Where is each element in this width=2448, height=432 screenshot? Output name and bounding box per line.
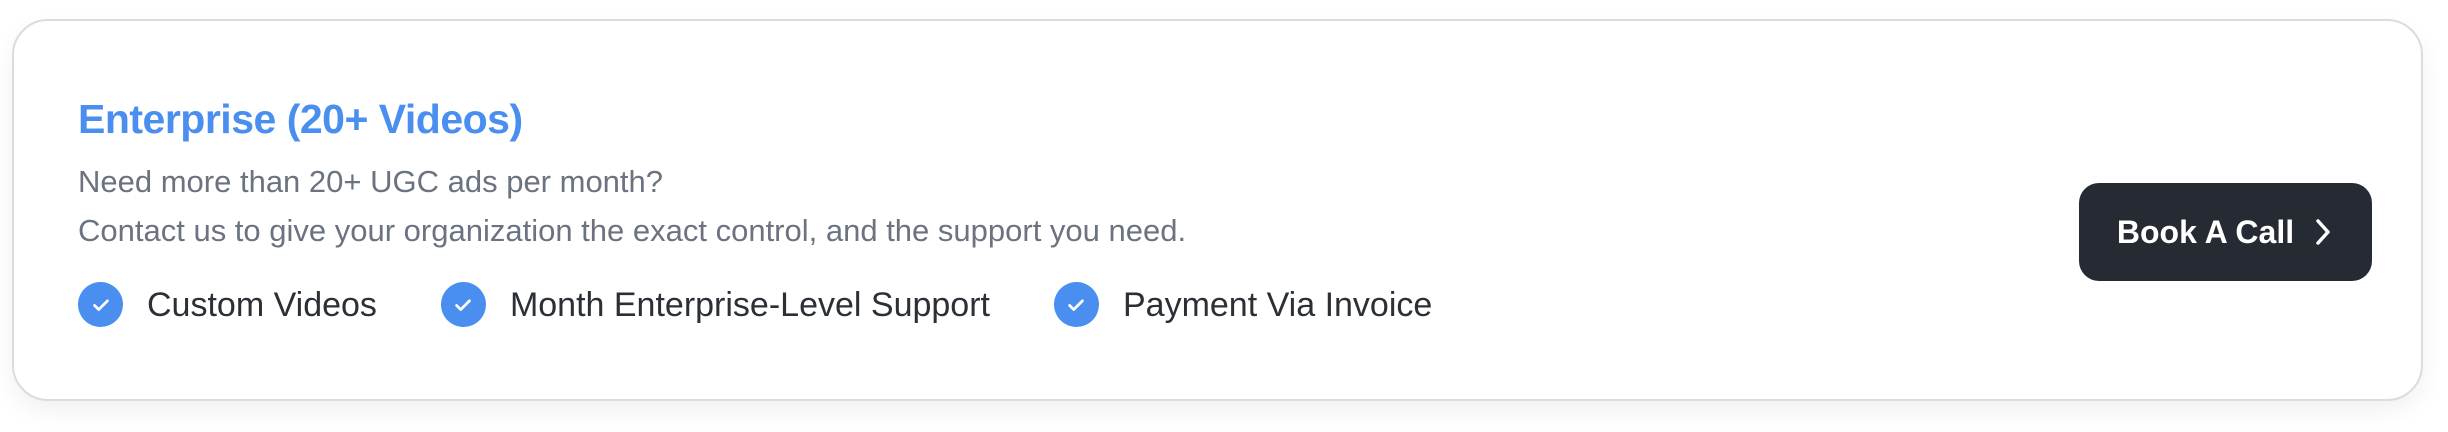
feature-label: Month Enterprise-Level Support <box>509 285 990 324</box>
plan-title: Enterprise (20+ Videos) <box>78 96 523 142</box>
feature-list: Custom Videos Month Enterprise-Level Sup… <box>78 282 2421 327</box>
book-a-call-label: Book A Call <box>2116 213 2295 250</box>
book-a-call-button[interactable]: Book A Call <box>2079 183 2372 281</box>
enterprise-plan-card: Enterprise (20+ Videos) Need more than 2… <box>12 19 2423 401</box>
plan-description: Need more than 20+ UGC ads per month? Co… <box>78 157 2421 255</box>
description-line: Need more than 20+ UGC ads per month? <box>78 164 664 199</box>
feature-item: Payment Via Invoice <box>1053 282 1433 327</box>
feature-item: Month Enterprise-Level Support <box>440 282 990 327</box>
plan-details: Enterprise (20+ Videos) Need more than 2… <box>78 93 2421 327</box>
check-circle-icon <box>1053 282 1099 327</box>
feature-label: Custom Videos <box>147 285 377 324</box>
description-line: Contact us to give your organization the… <box>78 213 1187 248</box>
chevron-right-icon <box>2312 217 2334 247</box>
feature-label: Payment Via Invoice <box>1122 285 1433 324</box>
check-circle-icon <box>440 282 486 327</box>
check-circle-icon <box>78 282 123 327</box>
feature-item: Custom Videos <box>78 282 377 327</box>
